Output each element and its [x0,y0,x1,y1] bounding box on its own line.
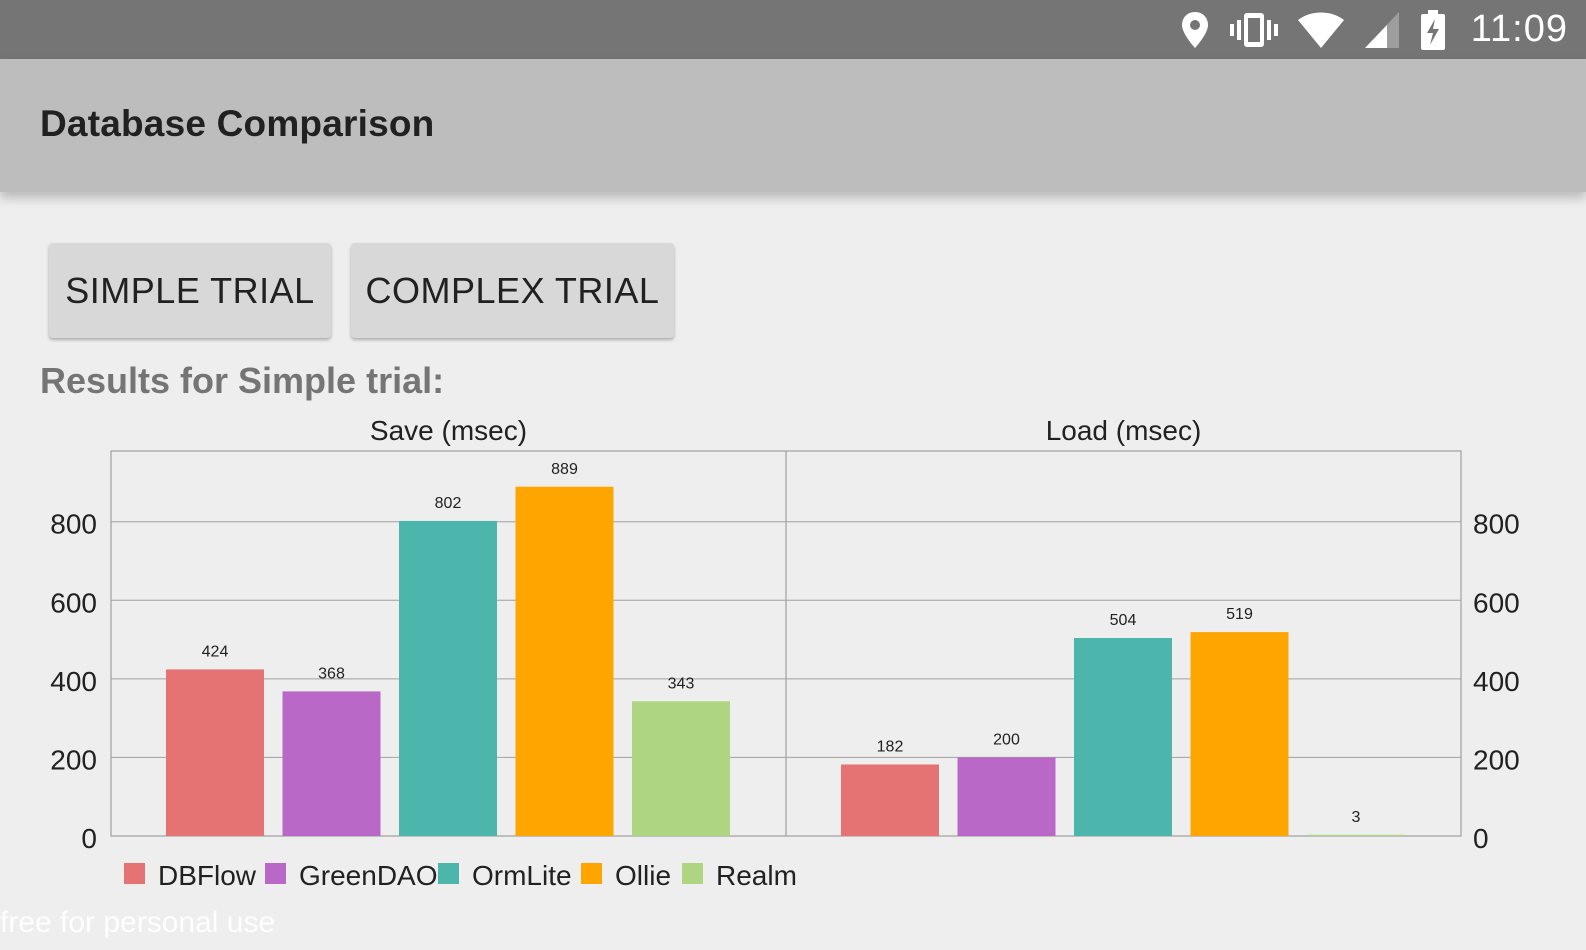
bar-dbflow [841,764,939,836]
bar-value-label: 802 [435,495,462,512]
y-tick-label-left: 0 [81,823,97,854]
bar-value-label: 519 [1226,606,1253,623]
bar-value-label: 3 [1352,809,1361,826]
legend-swatch-realm [682,863,703,884]
bar-realm [1307,834,1405,836]
y-tick-label-left: 400 [50,666,97,697]
watermark: free for personal use [0,906,276,939]
vibrate-icon [1229,10,1279,50]
simple-trial-button[interactable]: SIMPLE TRIAL [49,243,331,338]
bar-greendao [957,757,1056,836]
bar-value-label: 182 [877,739,904,756]
legend-swatch-dbflow [124,863,145,884]
legend-swatch-greendao [265,863,286,884]
legend-label: GreenDAO [299,860,438,891]
bar-value-label: 889 [551,461,578,478]
bar-value-label: 200 [993,731,1020,748]
bar-value-label: 343 [668,675,695,692]
y-tick-label-left: 800 [50,509,97,540]
legend-label: DBFlow [158,860,257,891]
wifi-icon [1297,10,1345,50]
status-bar: 11:09 [0,0,1586,59]
bar-ollie [515,486,614,836]
app-title: Database Comparison [40,103,435,144]
status-time: 11:09 [1470,8,1568,50]
complex-trial-button[interactable]: COMPLEX TRIAL [351,243,674,338]
app-bar: Database Comparison [0,59,1586,192]
bar-ollie [1190,632,1289,836]
cell-signal-icon [1363,10,1401,50]
legend-swatch-ollie [581,863,602,884]
status-icons: 11:09 [1179,0,1568,59]
results-bar-chart: 0 0 200 200 400 400 600 600 800 800 Save (msec) 424… [50,415,1520,891]
y-tick-label-left: 200 [50,744,97,775]
y-tick-label-right: 400 [1473,666,1520,697]
y-tick-label-right: 200 [1473,744,1520,775]
bar-value-label: 368 [318,665,345,682]
legend-label: OrmLite [472,860,572,891]
battery-charging-icon [1419,9,1447,51]
chart-title: Load (msec) [1046,415,1202,446]
y-tick-label-left: 600 [50,587,97,618]
bar-dbflow [166,669,264,836]
bar-realm [632,701,730,836]
y-tick-label-right: 600 [1473,587,1520,618]
bar-value-label: 424 [202,643,229,660]
bar-ormlite [399,520,497,836]
y-tick-label-right: 0 [1473,823,1489,854]
legend-label: Ollie [615,860,671,891]
legend-label: Realm [716,860,797,891]
y-tick-label-right: 800 [1473,509,1520,540]
bar-greendao [282,691,381,836]
results-heading: Results for Simple trial: [40,360,445,401]
location-icon [1179,10,1211,50]
legend-swatch-ormlite [438,863,459,884]
bar-ormlite [1074,638,1172,836]
chart-title: Save (msec) [370,415,527,446]
bar-value-label: 504 [1110,612,1137,629]
